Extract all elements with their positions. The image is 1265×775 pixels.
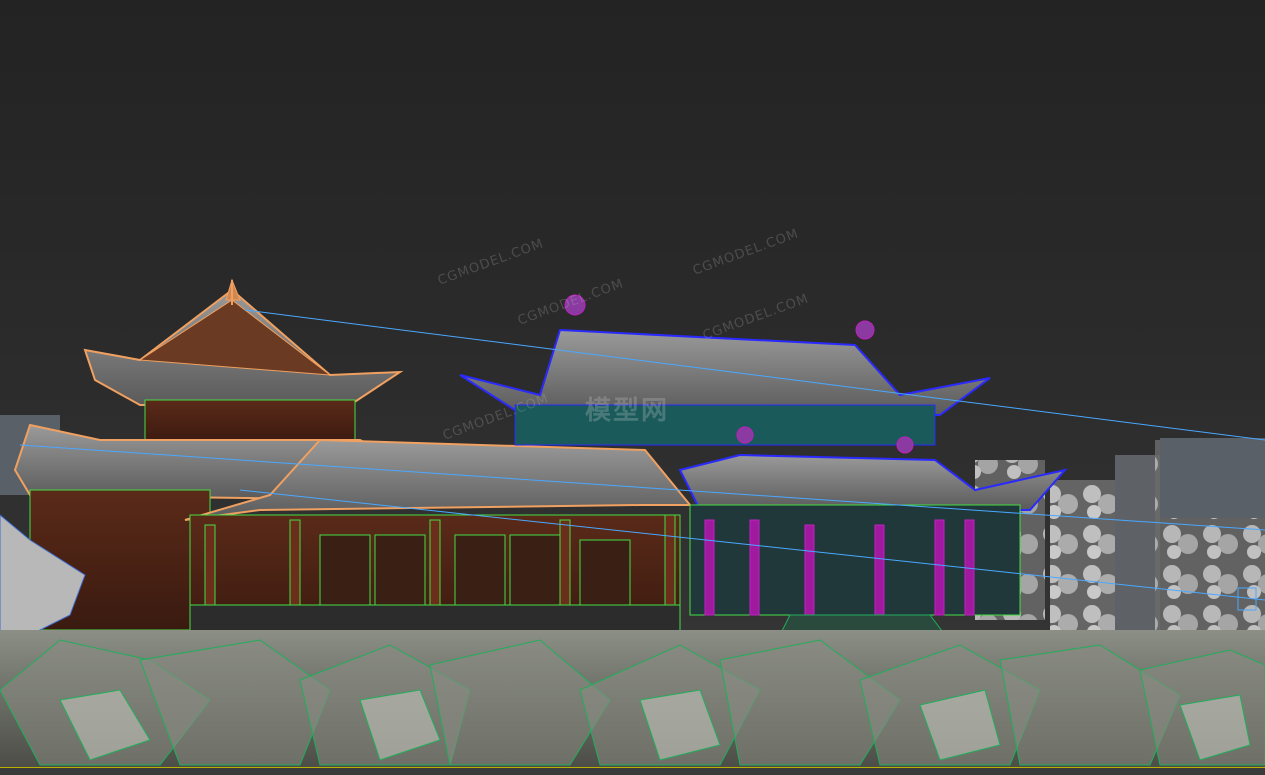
rock-ground[interactable] (0, 630, 1265, 770)
viewport-bottom-edge (0, 767, 1265, 775)
3d-viewport[interactable]: CGMODEL.COM CGMODEL.COM CGMODEL.COM CGMO… (0, 0, 1265, 775)
watermark-center: 模型网 (585, 396, 670, 426)
scene-render (0, 278, 1265, 770)
